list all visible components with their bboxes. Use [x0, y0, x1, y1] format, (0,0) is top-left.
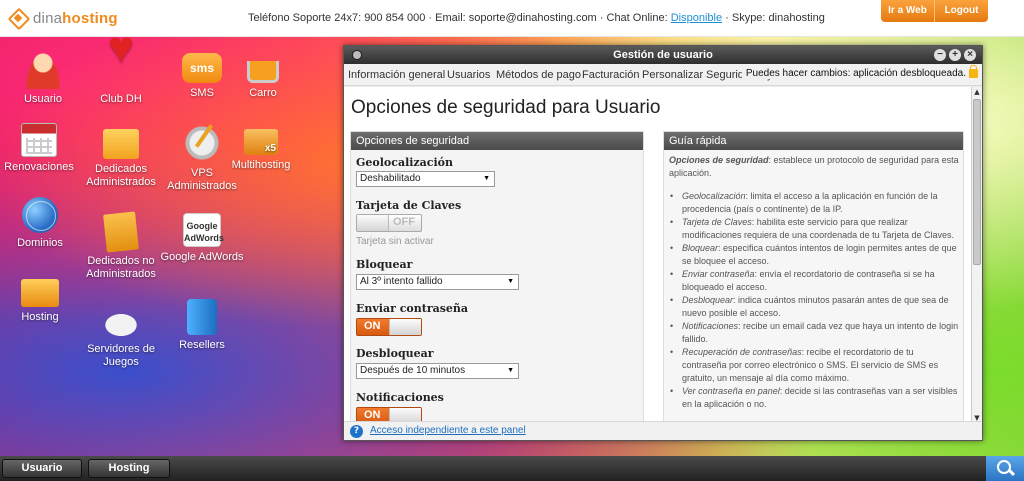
support-contact: Teléfono Soporte 24x7: 900 854 000 · Ema… [248, 12, 825, 24]
window-titlebar[interactable]: Gestión de usuario − + × [344, 46, 982, 64]
hosting-folder-icon [21, 279, 59, 307]
window-title: Gestión de usuario [613, 49, 713, 61]
multihosting-icon: x5 [244, 129, 278, 155]
window-content: Opciones de seguridad para Usuario Opcio… [344, 87, 982, 423]
close-icon[interactable]: × [964, 49, 976, 61]
desktop-icon-servidores-de-juegos[interactable]: Servidores de Juegos [78, 303, 164, 369]
desktop-icon-club-dh[interactable]: Club DH [78, 41, 164, 106]
menu-informacion-general[interactable]: Información general [348, 69, 445, 81]
unblock-label: Desbloquear [356, 347, 434, 360]
menu-facturacion[interactable]: Facturación [582, 69, 639, 81]
globe-icon [22, 197, 58, 233]
user-management-window: Gestión de usuario − + × Información gen… [343, 45, 983, 441]
lock-icon[interactable] [969, 65, 978, 78]
resellers-icon [187, 299, 217, 335]
menu-usuarios[interactable]: Usuarios [447, 69, 490, 81]
taskbar-hosting-button[interactable]: Hosting [88, 459, 170, 478]
heart-icon [101, 41, 141, 89]
guide-item: Bloquear: especifica cuántos intentos de… [669, 242, 959, 268]
desktop-icon-resellers[interactable]: Resellers [159, 299, 245, 352]
menu-personalizar[interactable]: Personalizar [642, 69, 703, 81]
scroll-up-icon[interactable]: ▲ [972, 87, 982, 97]
geolocation-select[interactable]: Deshabilitado [356, 171, 495, 187]
block-label: Bloquear [356, 258, 413, 271]
menu-metodos-de-pago[interactable]: Métodos de pago [496, 69, 581, 81]
guide-item: Notificaciones: recibe un email cada vez… [669, 320, 959, 346]
send-password-label: Enviar contraseña [356, 302, 469, 315]
sms-icon: sms [182, 53, 222, 83]
adwords-icon: Google AdWords [183, 213, 224, 247]
desktop-icon-hosting[interactable]: Hosting [0, 273, 83, 324]
go-to-web-button[interactable]: Ir a Web [881, 0, 934, 22]
guide-item: Ver contraseña en panel: decide si las c… [669, 385, 959, 411]
taskbar: Usuario Hosting [0, 456, 1024, 481]
scroll-thumb[interactable] [973, 99, 981, 265]
book-icon [103, 211, 139, 253]
desktop-icon-carro[interactable]: Carro [220, 49, 306, 100]
block-select[interactable]: Al 3º intento fallido [356, 274, 519, 290]
window-scrollbar[interactable]: ▲ ▼ [971, 87, 982, 423]
top-buttons: Ir a Web Logout [881, 0, 988, 22]
send-password-toggle[interactable]: ON [356, 318, 422, 336]
quick-guide-header: Guía rápida [664, 132, 963, 150]
guide-item: Tarjeta de Claves: habilita este servici… [669, 216, 959, 242]
desktop-icon-google-adwords[interactable]: Google AdWords Google AdWords [159, 213, 245, 264]
key-card-toggle[interactable]: OFF [356, 214, 422, 232]
window-menu: Información general Usuarios Métodos de … [344, 64, 982, 86]
quick-guide-text: Opciones de seguridad: establece un prot… [669, 154, 959, 411]
minimize-icon[interactable]: − [934, 49, 946, 61]
independent-access-link[interactable]: Acceso independiente a este panel [370, 425, 526, 436]
guide-intro: Opciones de seguridad: establece un prot… [669, 155, 959, 178]
quick-guide-panel: Guía rápida Opciones de seguridad: estab… [663, 131, 964, 423]
cart-icon [247, 61, 279, 83]
calendar-icon [21, 123, 57, 157]
guide-item: Enviar contraseña: envía el recordatorio… [669, 268, 959, 294]
window-menu-icon[interactable] [352, 50, 362, 60]
help-icon[interactable]: ? [350, 425, 363, 438]
security-options-panel: Opciones de seguridad Geolocalización De… [350, 131, 644, 423]
page-title: Opciones de seguridad para Usuario [351, 97, 661, 118]
unblock-select[interactable]: Después de 10 minutos [356, 363, 519, 379]
top-bar: dinahosting Teléfono Soporte 24x7: 900 8… [0, 0, 1024, 37]
tools-icon [182, 123, 222, 163]
guide-item: Geolocalización: limita el acceso a la a… [669, 190, 959, 216]
user-icon [23, 49, 63, 89]
desktop-icon-renovaciones[interactable]: Renovaciones [0, 123, 82, 174]
security-options-header: Opciones de seguridad [351, 132, 643, 150]
logout-button[interactable]: Logout [934, 0, 988, 22]
taskbar-usuario-button[interactable]: Usuario [2, 459, 82, 478]
maximize-icon[interactable]: + [949, 49, 961, 61]
desktop-icon-dominios[interactable]: Dominios [0, 197, 83, 250]
logo-diamond-icon [8, 8, 28, 28]
desktop-icon-multihosting[interactable]: x5 Multihosting [218, 123, 304, 172]
chat-online-link[interactable]: Disponible [671, 12, 722, 24]
desktop-icon-dedicados-administrados[interactable]: Dedicados Administrados [78, 123, 164, 189]
key-card-label: Tarjeta de Claves [356, 199, 462, 212]
notifications-label: Notificaciones [356, 391, 444, 404]
server-folder-icon [103, 129, 139, 159]
desktop-icon-dedicados-no-administrados[interactable]: Dedicados no Administrados [78, 211, 164, 281]
window-footer: ? Acceso independiente a este panel [344, 421, 982, 440]
key-card-note: Tarjeta sin activar [356, 236, 434, 247]
gamepad-icon [101, 311, 141, 339]
guide-item: Recuperación de contraseñas: recibe el r… [669, 346, 959, 385]
unlock-notice: Puedes hacer cambios: aplicación desbloq… [741, 68, 966, 79]
geolocation-label: Geolocalización [356, 156, 454, 169]
logo-text: dinahosting [33, 9, 118, 27]
logo[interactable]: dinahosting [8, 8, 118, 28]
desktop-icon-usuario[interactable]: Usuario [0, 49, 86, 106]
guide-item: Desbloquear: indica cuántos minutos pasa… [669, 294, 959, 320]
window-controls: − + × [934, 49, 976, 61]
search-icon[interactable] [986, 456, 1024, 481]
